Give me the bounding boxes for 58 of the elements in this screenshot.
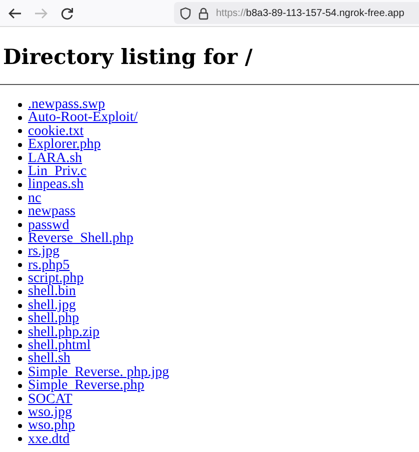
bullet-icon	[18, 196, 22, 200]
bullet-icon	[18, 129, 22, 134]
bullet-icon	[18, 397, 22, 402]
file-link[interactable]: Simple_Reverse. php.jpg	[28, 366, 170, 380]
file-link[interactable]: Lin_Priv.c	[28, 164, 87, 178]
file-link[interactable]: shell.sh	[28, 352, 70, 366]
file-link[interactable]: shell.php	[28, 312, 79, 326]
bullet-icon	[18, 250, 22, 254]
file-link[interactable]: shell.bin	[28, 285, 76, 299]
file-link[interactable]: shell.phtml	[28, 339, 91, 352]
file-link[interactable]: wso.jpg	[28, 406, 72, 420]
file-link[interactable]: passwd	[28, 218, 70, 232]
bullet-icon	[18, 437, 22, 442]
file-link[interactable]: Auto-Root-Exploit/	[28, 111, 138, 125]
address-bar[interactable]: https://b8a3-89-113-157-54.ngrok-free.app	[174, 2, 419, 24]
bullet-icon	[18, 330, 22, 334]
bullet-icon	[18, 102, 22, 107]
bullet-icon	[18, 210, 22, 214]
bullet-icon	[18, 116, 22, 120]
bullet-icon	[18, 290, 22, 294]
bullet-icon	[18, 424, 22, 428]
page-heading: Directory listing for /	[2, 43, 254, 71]
bullet-icon	[18, 316, 22, 321]
bullet-icon	[18, 410, 22, 415]
file-link[interactable]: script.php	[28, 272, 84, 286]
bullet-icon	[18, 236, 22, 241]
bullet-icon	[18, 183, 22, 188]
bullet-icon	[18, 263, 22, 268]
bullet-icon	[18, 156, 22, 160]
file-link[interactable]: .newpass.swp	[28, 98, 105, 112]
bullet-icon	[18, 223, 22, 228]
back-arrow-icon[interactable]	[8, 6, 22, 20]
file-link[interactable]: rs.jpg	[28, 245, 60, 259]
bullet-icon	[18, 304, 22, 308]
file-link[interactable]: wso.php	[28, 419, 76, 433]
reload-icon[interactable]	[60, 6, 74, 20]
file-link[interactable]: shell.jpg	[28, 298, 76, 312]
file-link[interactable]: cookie.txt	[28, 124, 84, 138]
file-link[interactable]: Explorer.php	[28, 138, 101, 152]
bullet-icon	[18, 384, 22, 388]
bullet-icon	[18, 344, 22, 348]
file-link[interactable]: newpass	[28, 205, 76, 219]
file-link[interactable]: SOCAT	[28, 392, 72, 406]
shield-icon[interactable]	[180, 6, 191, 20]
bullet-icon	[18, 357, 22, 362]
file-link[interactable]: Reverse_Shell.php	[28, 232, 134, 246]
file-link[interactable]: nc	[28, 192, 42, 206]
file-link[interactable]: rs.php5	[28, 258, 70, 272]
bullet-icon	[18, 142, 22, 147]
file-link[interactable]: shell.php.zip	[28, 326, 100, 340]
file-link[interactable]: xxe.dtd	[28, 432, 70, 446]
file-link[interactable]: Simple_Reverse.php	[28, 379, 144, 393]
file-link[interactable]: LARA.sh	[28, 152, 82, 165]
bullet-icon	[18, 170, 22, 174]
bullet-icon	[18, 370, 22, 374]
lock-icon[interactable]	[198, 6, 209, 20]
file-link[interactable]: linpeas.sh	[28, 178, 84, 192]
bullet-icon	[18, 276, 22, 281]
